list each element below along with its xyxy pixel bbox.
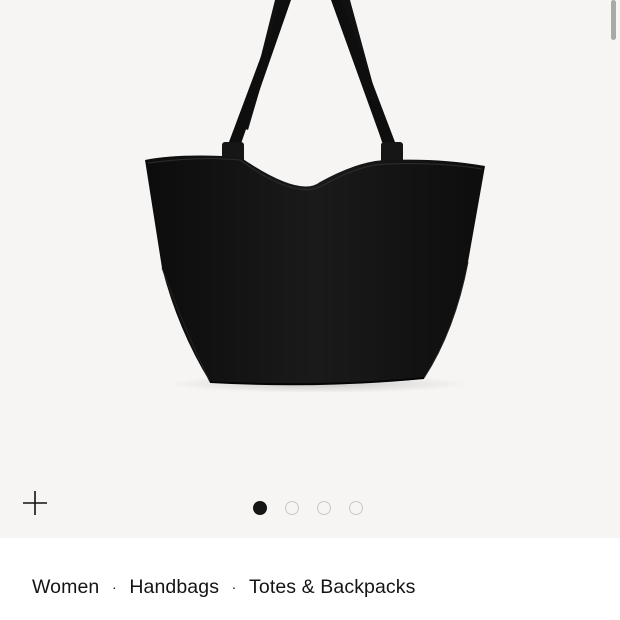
bag-body [145, 155, 485, 385]
breadcrumb-separator: · [231, 579, 237, 595]
product-image-gallery[interactable] [0, 0, 620, 538]
scrollbar-thumb[interactable] [611, 0, 616, 40]
plus-icon [23, 491, 47, 515]
pagination-dot[interactable] [317, 501, 331, 515]
pagination-dot[interactable] [349, 501, 363, 515]
bag-handle-right [331, 0, 398, 158]
pagination-dot[interactable] [285, 501, 299, 515]
breadcrumb-item-women[interactable]: Women [32, 576, 99, 599]
breadcrumb-separator: · [111, 579, 117, 595]
breadcrumb-item-totes-backpacks[interactable]: Totes & Backpacks [249, 576, 415, 599]
zoom-button[interactable] [22, 490, 48, 516]
product-image[interactable] [0, 0, 620, 538]
bag-handle-left [226, 0, 291, 158]
breadcrumb-item-handbags[interactable]: Handbags [129, 576, 219, 599]
breadcrumb: Women · Handbags · Totes & Backpacks [32, 573, 416, 601]
gallery-pagination [253, 500, 363, 516]
pagination-dot-active[interactable] [253, 501, 267, 515]
